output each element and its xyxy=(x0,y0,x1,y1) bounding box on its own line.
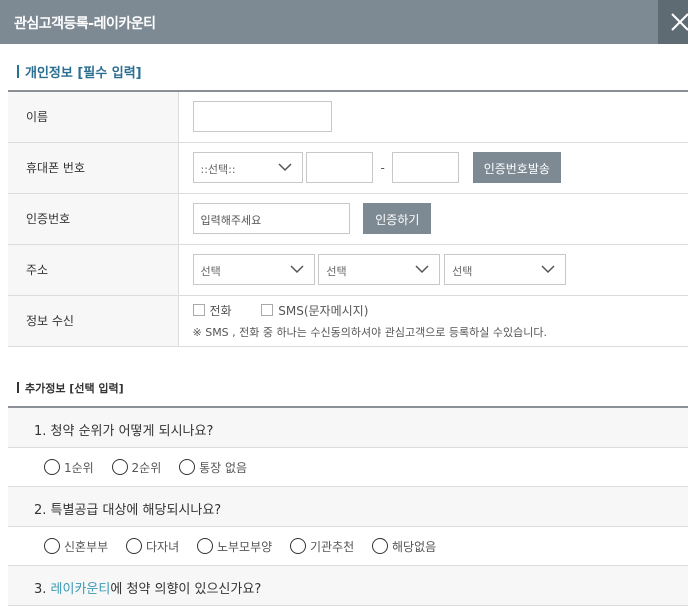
phone-separator: - xyxy=(380,160,385,175)
phone-consent-checkbox[interactable] xyxy=(192,303,205,316)
phone-label: 휴대폰 번호 xyxy=(8,142,179,194)
q2-option[interactable]: 신혼부부 xyxy=(44,538,108,555)
extra-info-heading: 추가정보 [선택 입력] xyxy=(17,380,124,396)
verify-button[interactable]: 인증하기 xyxy=(363,203,432,234)
answers-1: 1순위 2순위 통장 없음 xyxy=(8,448,688,487)
radio-button[interactable] xyxy=(111,459,128,475)
window-title: 관심고객등록-레이카운티 xyxy=(14,16,156,32)
personal-info-table: 이름 휴대폰 번호 ::선택:: - 인증번호발송 인증번호 입력해주세요 인증… xyxy=(8,90,688,347)
auth-label: 인증번호 xyxy=(8,193,179,245)
row-auth: 인증번호 입력해주세요 인증하기 xyxy=(8,193,688,245)
radio-button[interactable] xyxy=(196,538,213,554)
address-label: 주소 xyxy=(8,244,179,296)
radio-button[interactable] xyxy=(126,538,142,554)
close-button[interactable] xyxy=(658,0,688,44)
extra-info-heading-text: 추가정보 [선택 입력] xyxy=(25,382,124,395)
question-3-highlight: 레이카운티 xyxy=(50,582,111,597)
extra-info-questions: 1. 청약 순위가 어떻게 되시나요? 1순위 2순위 통장 없음 2. 특별공… xyxy=(8,406,688,606)
question-3-prefix: 3. xyxy=(34,582,51,597)
address-select-1-value: 선택 xyxy=(200,265,221,278)
chevron-down-icon xyxy=(277,163,292,172)
q2-option[interactable]: 기관추천 xyxy=(289,538,354,555)
address-select-3-value: 선택 xyxy=(452,265,473,278)
question-3: 3. 레이카운티에 청약 의향이 있으신가요? xyxy=(8,566,688,606)
q2-option[interactable]: 해당없음 xyxy=(371,538,436,555)
heading-bar xyxy=(17,382,19,393)
question-3-suffix: 에 청약 의향이 있으신가요? xyxy=(110,582,262,597)
phone-last-input[interactable] xyxy=(391,152,459,183)
chevron-down-icon xyxy=(541,265,555,274)
send-auth-code-button[interactable]: 인증번호발송 xyxy=(472,152,561,183)
consent-label: 정보 수신 xyxy=(8,295,179,347)
sms-consent-label: SMS(문자메시지) xyxy=(278,303,369,318)
radio-button[interactable] xyxy=(289,538,306,554)
q2-option[interactable]: 다자녀 xyxy=(126,538,179,555)
address-select-3[interactable]: 선택 xyxy=(444,254,567,285)
radio-button[interactable] xyxy=(44,459,60,475)
question-1: 1. 청약 순위가 어떻게 되시나요? xyxy=(8,408,688,448)
q1-option[interactable]: 통장 없음 xyxy=(179,459,247,476)
row-address: 주소 선택 선택 선택 xyxy=(8,244,688,296)
q2-option[interactable]: 노부모부양 xyxy=(196,538,272,555)
phone-middle-input[interactable] xyxy=(306,152,374,183)
row-name: 이름 xyxy=(8,91,688,143)
address-select-2-value: 선택 xyxy=(326,265,347,278)
name-input[interactable] xyxy=(192,101,332,133)
phone-prefix-select[interactable]: ::선택:: xyxy=(192,152,303,183)
radio-button[interactable] xyxy=(44,538,60,554)
radio-button[interactable] xyxy=(179,459,196,475)
window-titlebar: 관심고객등록-레이카운티 xyxy=(0,0,688,44)
question-2: 2. 특별공급 대상에 해당되시나요? xyxy=(8,487,688,527)
phone-prefix-value: ::선택:: xyxy=(200,163,236,176)
chevron-down-icon xyxy=(415,265,429,274)
phone-consent-label: 전화 xyxy=(209,303,232,318)
close-icon xyxy=(671,13,688,31)
personal-info-heading-text: 개인정보 [필수 입력] xyxy=(25,66,142,81)
radio-button[interactable] xyxy=(371,538,388,554)
row-phone: 휴대폰 번호 ::선택:: - 인증번호발송 xyxy=(8,142,688,194)
row-consent: 정보 수신 전화 SMS(문자메시지) ※ SMS , 전화 중 하나는 수신동… xyxy=(8,295,688,347)
q1-option[interactable]: 1순위 xyxy=(44,459,94,476)
consent-note: ※ SMS , 전화 중 하나는 수신동의하셔야 관심고객으로 등록하실 수있습… xyxy=(192,325,548,339)
q1-option[interactable]: 2순위 xyxy=(111,459,161,476)
sms-consent-checkbox[interactable] xyxy=(261,303,274,316)
chevron-down-icon xyxy=(289,265,304,274)
heading-bar xyxy=(17,65,19,78)
name-label: 이름 xyxy=(8,91,179,143)
address-select-1[interactable]: 선택 xyxy=(192,254,315,285)
answers-2: 신혼부부 다자녀 노부모부양 기관추천 해당없음 xyxy=(8,527,688,566)
auth-code-input[interactable]: 입력해주세요 xyxy=(192,203,350,234)
address-select-2[interactable]: 선택 xyxy=(318,254,441,285)
personal-info-heading: 개인정보 [필수 입력] xyxy=(17,62,142,81)
